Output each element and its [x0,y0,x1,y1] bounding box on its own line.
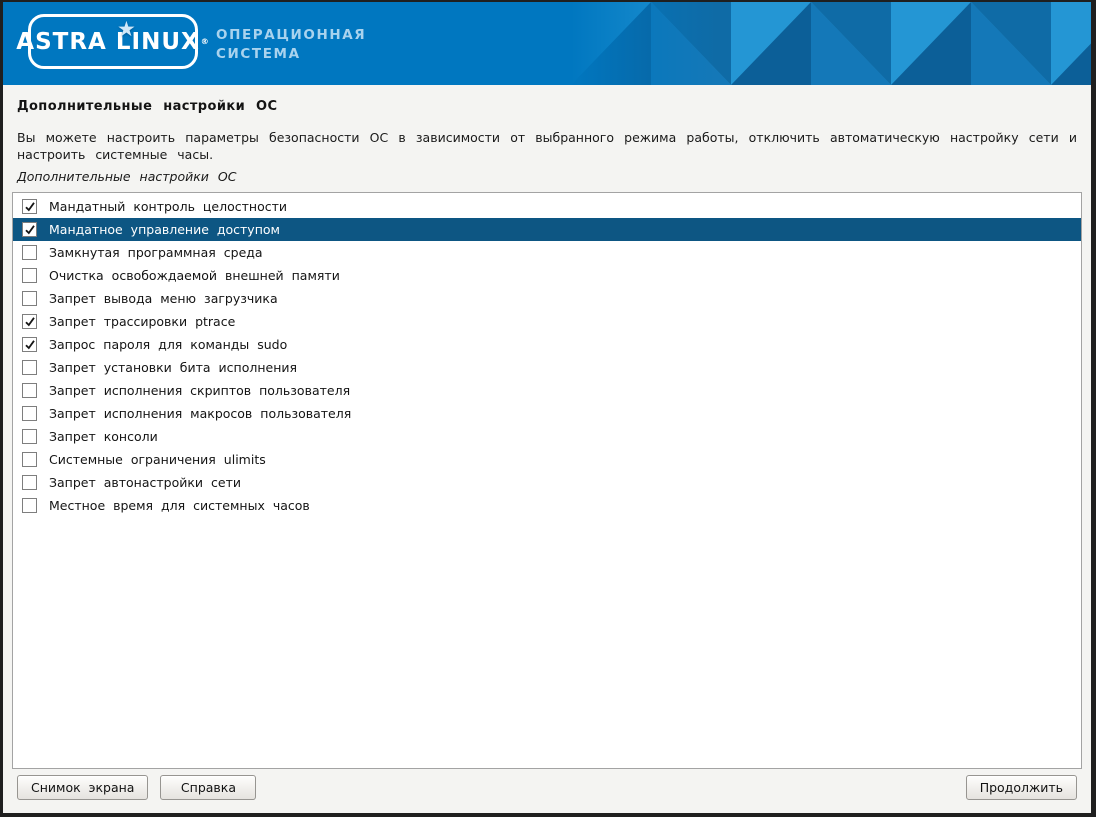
option-label: Местное время для системных часов [49,498,310,513]
option-label: Запрет вывода меню загрузчика [49,291,278,306]
astra-linux-logo: ASTRA LINUX® ★ [28,14,198,69]
checkbox[interactable] [22,406,37,421]
options-list: Мандатный контроль целостности Мандатное… [12,192,1082,769]
checkbox[interactable] [22,498,37,513]
option-label: Мандатное управление доступом [49,222,280,237]
option-row[interactable]: Запрет исполнения макросов пользователя [13,402,1081,425]
check-icon [24,316,36,328]
option-row[interactable]: Запрет исполнения скриптов пользователя [13,379,1081,402]
option-row[interactable]: Местное время для системных часов [13,494,1081,517]
page-title: Дополнительные настройки ОС [12,99,1082,114]
check-icon [24,224,36,236]
checkbox[interactable] [22,268,37,283]
option-label: Запрос пароля для команды sudo [49,337,287,352]
option-label: Запрет установки бита исполнения [49,360,297,375]
header: ASTRA LINUX® ★ ОПЕРАЦИОННАЯ СИСТЕМА [3,2,1091,85]
screenshot-button[interactable]: Снимок экрана [17,775,148,800]
check-icon [24,339,36,351]
option-label: Очистка освобождаемой внешней памяти [49,268,340,283]
checkbox[interactable] [22,222,37,237]
option-label: Запрет исполнения макросов пользователя [49,406,351,421]
option-label: Системные ограничения ulimits [49,452,266,467]
brand-caption: ОПЕРАЦИОННАЯ СИСТЕМА [216,26,366,64]
option-row[interactable]: Запрет автонастройки сети [13,471,1081,494]
page-subtitle: Дополнительные настройки ОС [12,169,1082,184]
installer-window: ASTRA LINUX® ★ ОПЕРАЦИОННАЯ СИСТЕМА Допо… [0,0,1096,817]
option-row[interactable]: Замкнутая программная среда [13,241,1081,264]
option-label: Замкнутая программная среда [49,245,263,260]
checkbox[interactable] [22,383,37,398]
option-label: Запрет исполнения скриптов пользователя [49,383,350,398]
option-row[interactable]: Очистка освобождаемой внешней памяти [13,264,1081,287]
registered-mark: ® [201,32,210,52]
checkbox[interactable] [22,452,37,467]
option-row[interactable]: Мандатный контроль целостности [13,195,1081,218]
option-row[interactable]: Запрет вывода меню загрузчика [13,287,1081,310]
option-row[interactable]: Запрос пароля для команды sudo [13,333,1081,356]
option-row[interactable]: Системные ограничения ulimits [13,448,1081,471]
main-content: Дополнительные настройки ОС Вы можете на… [3,85,1091,769]
star-icon: ★ [117,19,137,40]
checkbox[interactable] [22,291,37,306]
continue-button[interactable]: Продолжить [966,775,1077,800]
header-facet-pattern [571,2,1091,85]
checkbox[interactable] [22,199,37,214]
checkbox[interactable] [22,314,37,329]
checkbox[interactable] [22,475,37,490]
help-button[interactable]: Справка [160,775,256,800]
option-label: Запрет консоли [49,429,158,444]
option-label: Запрет автонастройки сети [49,475,241,490]
option-row[interactable]: Мандатное управление доступом [13,218,1081,241]
option-row[interactable]: Запрет трассировки ptrace [13,310,1081,333]
checkbox[interactable] [22,245,37,260]
check-icon [24,201,36,213]
page-description: Вы можете настроить параметры безопаснос… [12,129,1082,163]
option-row[interactable]: Запрет установки бита исполнения [13,356,1081,379]
checkbox[interactable] [22,360,37,375]
checkbox[interactable] [22,337,37,352]
footer-bar: Снимок экрана Справка Продолжить [3,769,1091,813]
option-label: Мандатный контроль целостности [49,199,287,214]
option-label: Запрет трассировки ptrace [49,314,235,329]
checkbox[interactable] [22,429,37,444]
option-row[interactable]: Запрет консоли [13,425,1081,448]
logo-text: ASTRA LINUX [16,29,199,55]
